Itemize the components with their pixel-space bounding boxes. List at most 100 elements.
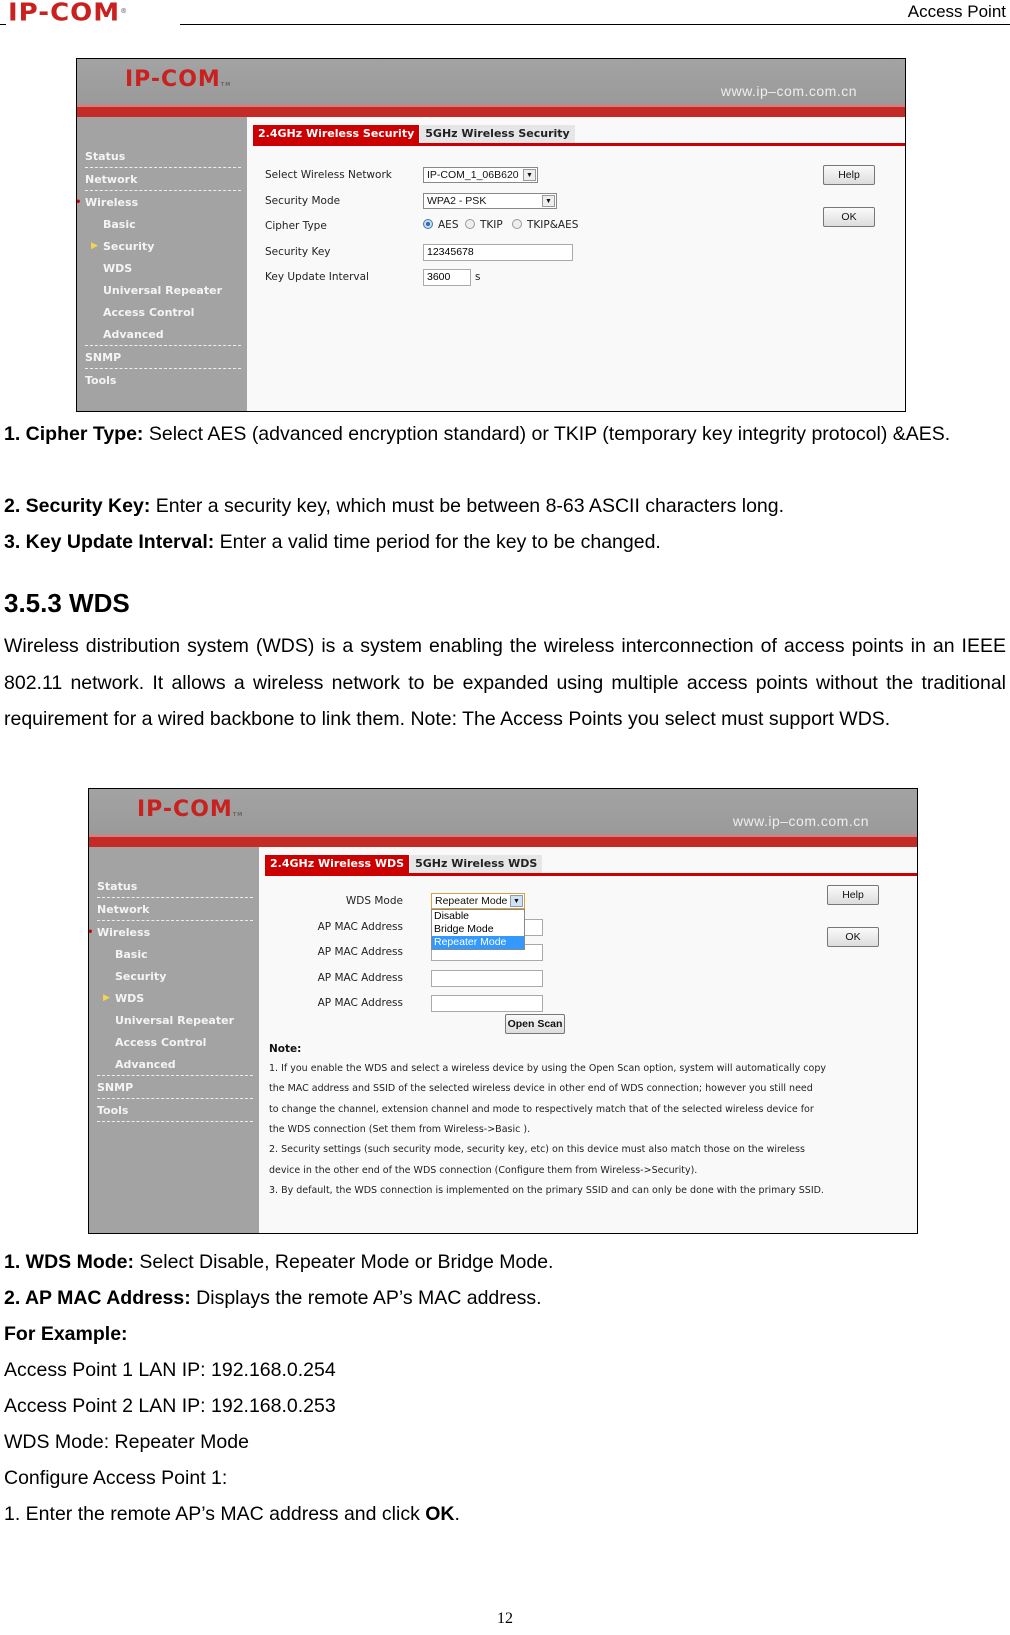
- note-line: the WDS connection (Set them from Wirele…: [269, 1124, 531, 1135]
- select-network-dropdown[interactable]: IP-COM_1_06B620 ▼: [423, 167, 538, 183]
- wds-mode-option-disable[interactable]: Disable: [432, 910, 524, 923]
- security-mode-dropdown[interactable]: WPA2 - PSK ▼: [423, 193, 557, 209]
- nav-wds[interactable]: WDS: [103, 257, 241, 280]
- nav-security[interactable]: ▶ Security: [91, 235, 241, 258]
- nav-basic[interactable]: Basic: [103, 213, 241, 236]
- note-title: Note:: [269, 1043, 302, 1055]
- chevron-down-icon: ▼: [510, 895, 523, 907]
- nav-universal-repeater[interactable]: Universal Repeater: [115, 1009, 253, 1032]
- key-update-text: Enter a valid time period for the key to…: [214, 531, 661, 553]
- wireless-wds-screenshot: IP-COMTM www.ip–com.com.cn Status Networ…: [88, 788, 918, 1234]
- nav-access-control[interactable]: Access Control: [115, 1031, 253, 1054]
- nav-network[interactable]: Network: [85, 168, 241, 191]
- nav-network[interactable]: Network: [97, 898, 253, 921]
- tab-bar: 2.4GHz Wireless Security 5GHz Wireless Se…: [253, 125, 905, 146]
- nav-universal-repeater[interactable]: Universal Repeater: [103, 279, 241, 302]
- example-heading: For Example:: [4, 1323, 128, 1345]
- header-rule-left: [0, 24, 6, 25]
- nav-wireless[interactable]: • Wireless: [77, 191, 241, 214]
- key-update-description: 3. Key Update Interval: Enter a valid ti…: [4, 524, 1006, 561]
- nav-status[interactable]: Status: [97, 875, 253, 898]
- tab-5g-wds[interactable]: 5GHz Wireless WDS: [410, 855, 543, 873]
- nav-security-label: Security: [103, 240, 155, 253]
- tab-2g-security[interactable]: 2.4GHz Wireless Security: [253, 125, 420, 143]
- active-arrow-icon: ▶: [91, 241, 98, 251]
- tab-2g-wds[interactable]: 2.4GHz Wireless WDS: [265, 855, 410, 873]
- nav-status[interactable]: Status: [85, 145, 241, 168]
- security-key-label: Security Key: [265, 246, 331, 258]
- cipher-radio-tkip-aes[interactable]: TKIP&AES: [512, 219, 578, 231]
- ok-button[interactable]: OK: [823, 207, 875, 227]
- note-line: device in the other end of the WDS conne…: [269, 1165, 698, 1176]
- ap-mac-input-4[interactable]: [431, 995, 543, 1012]
- example-line-ap1: Access Point 1 LAN IP: 192.168.0.254: [4, 1359, 336, 1381]
- nav-tools[interactable]: Tools: [97, 1099, 253, 1122]
- tab-bar: 2.4GHz Wireless WDS 5GHz Wireless WDS: [265, 855, 917, 876]
- wds-mode-option-bridge[interactable]: Bridge Mode: [432, 923, 524, 936]
- key-update-interval-input[interactable]: 3600: [423, 269, 471, 286]
- wds-intro-paragraph: Wireless distribution system (WDS) is a …: [4, 635, 1006, 730]
- ap-mac-label-4: AP MAC Address: [317, 997, 403, 1009]
- router-banner: IP-COMTM www.ip–com.com.cn: [89, 789, 917, 835]
- ap-mac-label-3: AP MAC Address: [317, 972, 403, 984]
- step-1-text: 1. Enter the remote AP’s MAC address and…: [4, 1503, 426, 1525]
- nav-snmp[interactable]: SNMP: [97, 1076, 253, 1099]
- key-update-interval-label: Key Update Interval: [265, 271, 369, 283]
- nav-wds[interactable]: ▶ WDS: [103, 987, 253, 1010]
- router-logo-text: IP-COM: [125, 67, 221, 92]
- radio-unselected-icon: [512, 219, 522, 229]
- ok-button[interactable]: OK: [827, 927, 879, 947]
- cipher-aes-label: AES: [438, 219, 459, 231]
- select-network-label: Select Wireless Network: [265, 169, 392, 181]
- chevron-down-icon: ▼: [523, 169, 536, 181]
- cipher-type-label: Cipher Type: [265, 220, 327, 232]
- note-line: to change the channel, extension channel…: [269, 1104, 814, 1115]
- router-banner: IP-COMTM www.ip–com.com.cn: [77, 59, 905, 105]
- example-line-ap2: Access Point 2 LAN IP: 192.168.0.253: [4, 1395, 336, 1417]
- active-arrow-icon: ▶: [103, 993, 110, 1003]
- wds-mode-dropdown[interactable]: Repeater Mode ▼: [431, 893, 525, 909]
- help-button[interactable]: Help: [823, 165, 875, 185]
- key-update-term: 3. Key Update Interval:: [4, 531, 215, 553]
- content-panel: 2.4GHz Wireless WDS 5GHz Wireless WDS WDS…: [259, 847, 917, 1233]
- radio-unselected-icon: [465, 219, 475, 229]
- tab-5g-security[interactable]: 5GHz Wireless Security: [420, 125, 575, 143]
- nav-basic[interactable]: Basic: [115, 943, 253, 966]
- example-line-wds-mode: WDS Mode: Repeater Mode: [4, 1431, 249, 1453]
- nav-advanced[interactable]: Advanced: [97, 1053, 253, 1076]
- wds-mode-value: Repeater Mode: [435, 895, 508, 907]
- nav-tools[interactable]: Tools: [85, 369, 241, 392]
- nav-access-control[interactable]: Access Control: [103, 301, 241, 324]
- cipher-radio-tkip[interactable]: TKIP: [465, 219, 503, 231]
- security-key-term: 2. Security Key:: [4, 495, 151, 517]
- router-url: www.ip–com.com.cn: [720, 83, 857, 99]
- security-key-input[interactable]: 12345678: [423, 244, 573, 261]
- wds-mode-option-repeater[interactable]: Repeater Mode: [432, 936, 524, 949]
- step-1: 1. Enter the remote AP’s MAC address and…: [4, 1496, 1006, 1533]
- router-logo: IP-COMTM: [137, 797, 243, 822]
- active-section-marker-icon: •: [77, 191, 81, 214]
- open-scan-button[interactable]: Open Scan: [505, 1014, 565, 1034]
- security-key-text: Enter a security key, which must be betw…: [150, 495, 785, 517]
- wireless-security-screenshot: IP-COMTM www.ip–com.com.cn Status Networ…: [76, 58, 906, 412]
- page-number: 12: [497, 1610, 513, 1627]
- ap-mac-text: Displays the remote AP’s MAC address.: [190, 1287, 542, 1309]
- security-key-description: 2. Security Key: Enter a security key, w…: [4, 488, 1006, 525]
- wds-mode-text: Select Disable, Repeater Mode or Bridge …: [134, 1251, 554, 1273]
- help-button[interactable]: Help: [827, 885, 879, 905]
- step-1-end: .: [454, 1503, 460, 1525]
- nav-snmp[interactable]: SNMP: [85, 346, 241, 369]
- active-section-marker-icon: •: [89, 921, 93, 944]
- page-header: IP-COM® Access Point: [0, 0, 1010, 30]
- nav-wireless[interactable]: • Wireless: [89, 921, 253, 944]
- security-mode-value: WPA2 - PSK: [427, 195, 487, 207]
- cipher-type-term: 1. Cipher Type:: [4, 423, 144, 445]
- cipher-radio-aes[interactable]: AES: [423, 219, 458, 231]
- ap-mac-input-3[interactable]: [431, 970, 543, 987]
- nav-security[interactable]: Security: [115, 965, 253, 988]
- content-panel: 2.4GHz Wireless Security 5GHz Wireless Se…: [247, 117, 905, 411]
- nav-advanced[interactable]: Advanced: [85, 323, 241, 346]
- cipher-tkip-label: TKIP: [480, 219, 503, 231]
- nav-wds-label: WDS: [115, 992, 145, 1005]
- example-line-configure: Configure Access Point 1:: [4, 1467, 228, 1489]
